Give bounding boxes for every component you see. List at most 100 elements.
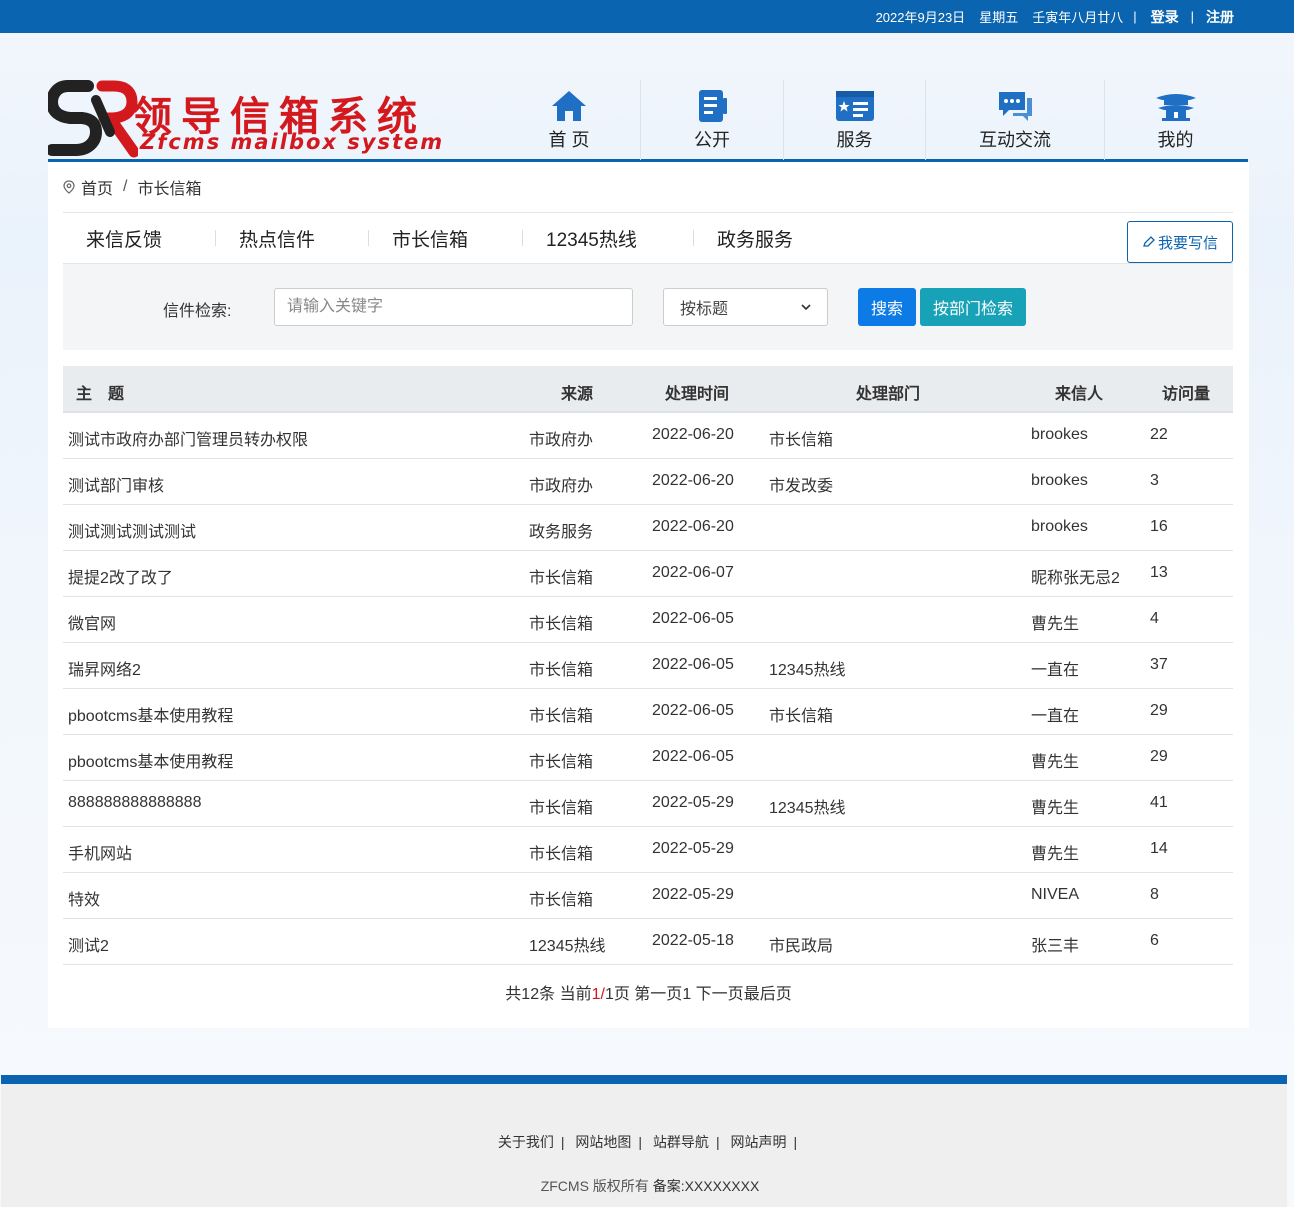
pavilion-icon: [1155, 94, 1196, 121]
chat-icon: [999, 92, 1032, 121]
table-row[interactable]: 微官网 市长信箱 2022-06-05 曹先生 4: [63, 597, 1233, 643]
record-label: 备案:: [652, 1178, 685, 1194]
nav-service[interactable]: 服务: [784, 80, 926, 160]
letter-source: 市长信箱: [529, 892, 594, 909]
letter-subject-link[interactable]: 测试部门审核: [68, 472, 164, 496]
divider: |: [793, 1134, 798, 1150]
record-value: XXXXXXXX: [684, 1178, 760, 1194]
letter-subject-link[interactable]: 手机网站: [68, 840, 132, 864]
tab-government-service[interactable]: 政务服务: [693, 225, 844, 252]
pager-page-1[interactable]: 1: [682, 986, 691, 1003]
pager-first[interactable]: 第一页: [634, 986, 682, 1003]
letter-source: 市长信箱: [529, 616, 594, 633]
letter-sender: brookes: [1031, 518, 1088, 535]
search-type-value: 按标题: [680, 301, 729, 318]
letter-views: 41: [1150, 794, 1168, 811]
table-row[interactable]: 特效 市长信箱 2022-05-29 NIVEA 8: [63, 873, 1233, 919]
table-row[interactable]: 测试部门审核 市政府办 2022-06-20 市发改委 brookes 3: [63, 459, 1233, 505]
letter-sender: 张三丰: [1031, 938, 1080, 955]
footer-link-sitemap[interactable]: 网站地图: [575, 1134, 631, 1150]
letter-source: 市政府办: [529, 432, 594, 449]
table-row[interactable]: 测试市政府办部门管理员转办权限 市政府办 2022-06-20 市长信箱 brookes…: [63, 413, 1233, 459]
nav-home[interactable]: 首 页: [498, 80, 641, 160]
register-link[interactable]: 注册: [1206, 7, 1234, 27]
pager-next[interactable]: 下一页: [696, 986, 744, 1003]
nav-interaction[interactable]: 互动交流: [926, 80, 1105, 160]
letter-subject-link[interactable]: pbootcms基本使用教程: [68, 702, 233, 726]
write-letter-button[interactable]: 我要写信: [1127, 221, 1233, 263]
letter-department: 市长信箱: [769, 708, 834, 725]
letter-processed-time: 2022-06-07: [652, 564, 734, 581]
table-row[interactable]: 测试测试测试测试 政务服务 2022-06-20 brookes 16: [63, 505, 1233, 551]
letter-views: 37: [1150, 656, 1168, 673]
current-weekday: 星期五: [979, 10, 1019, 25]
chevron-down-icon: [801, 303, 811, 310]
letter-subject-link[interactable]: 特效: [68, 886, 100, 910]
nav-home-label: 首 页: [548, 130, 590, 150]
letter-department: 12345热线: [769, 662, 846, 679]
footer-link-about[interactable]: 关于我们: [498, 1134, 554, 1150]
divider: |: [1133, 9, 1137, 24]
letter-processed-time: 2022-05-29: [652, 794, 734, 811]
letter-views: 13: [1150, 564, 1168, 581]
nav-mine[interactable]: 我的: [1105, 80, 1246, 160]
table-row[interactable]: 瑞昇网络2 市长信箱 2022-06-05 12345热线 一直在 37: [63, 643, 1233, 689]
home-icon: [552, 91, 586, 121]
letter-subject-link[interactable]: pbootcms基本使用教程: [68, 748, 233, 772]
letter-subject-link[interactable]: 测试测试测试测试: [68, 518, 196, 542]
letter-subject-link[interactable]: 微官网: [68, 610, 116, 634]
letter-sender: brookes: [1031, 472, 1088, 489]
logo-mark-icon: [48, 80, 138, 158]
current-date: 2022年9月23日: [875, 10, 966, 25]
letter-source: 市长信箱: [529, 708, 594, 725]
letter-department: 12345热线: [769, 800, 846, 817]
search-button[interactable]: 搜索: [858, 288, 916, 326]
table-row[interactable]: 888888888888888 市长信箱 2022-05-29 12345热线 曹先生 4…: [63, 781, 1233, 827]
letter-subject-link[interactable]: 瑞昇网络2: [68, 656, 141, 680]
letter-sender: 曹先生: [1031, 616, 1080, 633]
login-link[interactable]: 登录: [1151, 7, 1179, 27]
notebook-icon: [699, 90, 727, 122]
header-sender: 来信人: [1055, 386, 1104, 403]
table-row[interactable]: 提提2改了改了 市长信箱 2022-06-07 昵称张无忌2 13: [63, 551, 1233, 597]
search-type-select[interactable]: 按标题: [663, 288, 828, 326]
letter-views: 6: [1150, 932, 1159, 949]
table-row[interactable]: pbootcms基本使用教程 市长信箱 2022-06-05 曹先生 29: [63, 735, 1233, 781]
letter-sender: 一直在: [1031, 662, 1080, 679]
table-row[interactable]: 测试2 12345热线 2022-05-18 市民政局 张三丰 6: [63, 919, 1233, 965]
letter-subject-link[interactable]: 888888888888888: [68, 794, 201, 812]
footer-link-statement[interactable]: 网站声明: [730, 1134, 786, 1150]
tab-12345-hotline[interactable]: 12345热线: [522, 225, 694, 252]
search-by-department-button[interactable]: 按部门检索: [920, 288, 1026, 326]
letter-sender: 曹先生: [1031, 800, 1080, 817]
tab-feedback[interactable]: 来信反馈: [63, 225, 216, 252]
letter-processed-time: 2022-05-29: [652, 840, 734, 857]
nav-mine-label: 我的: [1157, 130, 1194, 150]
letter-sender: 昵称张无忌2: [1031, 570, 1120, 587]
pager-last[interactable]: 最后页: [744, 986, 792, 1003]
top-bar: 2022年9月23日 星期五 壬寅年八月廿八 | 登录 | 注册: [0, 0, 1294, 33]
header-subject: 主 题: [76, 386, 125, 403]
letter-subject-link[interactable]: 提提2改了改了: [68, 564, 173, 588]
tab-hot-letters[interactable]: 热点信件: [215, 225, 369, 252]
letter-processed-time: 2022-06-05: [652, 748, 734, 765]
keyword-search-input[interactable]: [274, 288, 633, 326]
letter-source: 市长信箱: [529, 662, 594, 679]
tab-mayor-mailbox[interactable]: 市长信箱: [368, 225, 523, 252]
divider: |: [715, 1134, 720, 1150]
breadcrumb-home[interactable]: 首页: [81, 175, 113, 199]
pagination: 共12条 当前1/1页 第一页1 下一页最后页: [48, 980, 1249, 1004]
footer-link-site-group[interactable]: 站群导航: [653, 1134, 709, 1150]
letter-subject-link[interactable]: 测试2: [68, 932, 109, 956]
site-logo[interactable]: 领导信箱系统 Zfcms mailbox system: [48, 78, 448, 158]
breadcrumb: 首页 / 市长信箱: [63, 162, 1233, 213]
table-row[interactable]: 手机网站 市长信箱 2022-05-29 曹先生 14: [63, 827, 1233, 873]
letter-subject-link[interactable]: 测试市政府办部门管理员转办权限: [68, 426, 308, 450]
nav-public[interactable]: 公开: [641, 80, 784, 160]
table-row[interactable]: pbootcms基本使用教程 市长信箱 2022-06-05 市长信箱 一直在 29: [63, 689, 1233, 735]
letter-processed-time: 2022-06-20: [652, 426, 734, 443]
letter-source: 市长信箱: [529, 754, 594, 771]
nav-interaction-label: 互动交流: [979, 130, 1051, 150]
logo-english-title: Zfcms mailbox system: [140, 130, 445, 154]
category-tabs: 来信反馈 热点信件 市长信箱 12345热线 政务服务: [63, 214, 1233, 264]
